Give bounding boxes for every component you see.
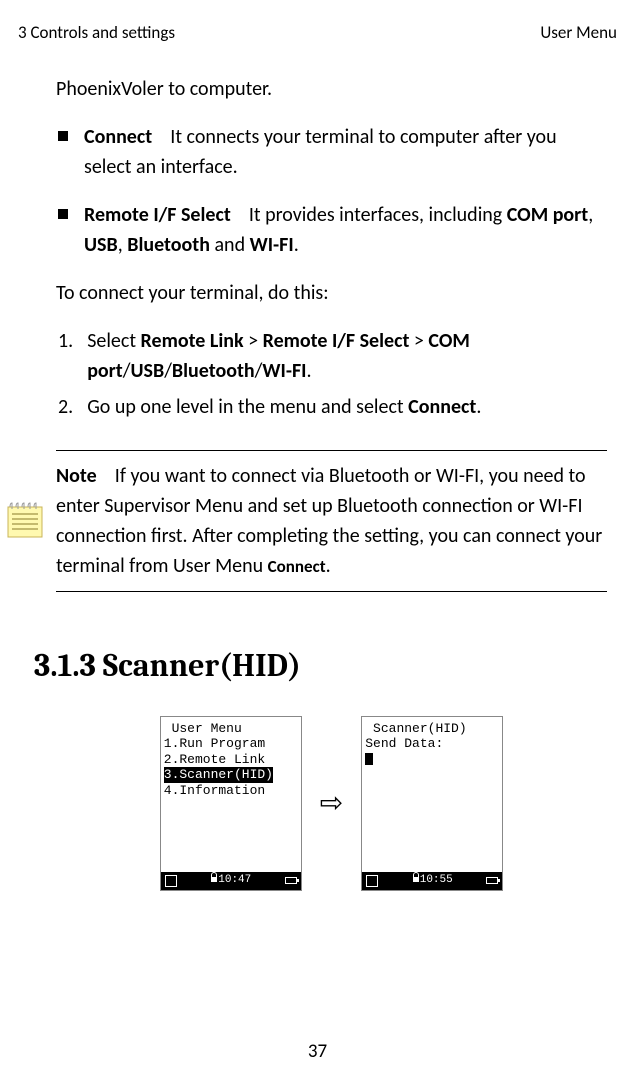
bullet-connect: Connect It connects your terminal to com… xyxy=(56,122,607,182)
screen-user-menu: User Menu 1.Run Program 2.Remote Link 3.… xyxy=(160,716,302,891)
p1: Go up one level in the menu and select xyxy=(87,395,408,419)
bullet-remote: Remote I/F Select It provides interfaces… xyxy=(56,200,607,260)
screens-row: User Menu 1.Run Program 2.Remote Link 3.… xyxy=(56,716,607,891)
s1: > xyxy=(244,329,263,353)
section-heading: 3.1.3 Scanner(HID) xyxy=(34,642,607,690)
clock: 10:55 xyxy=(412,872,453,889)
b5: Bluetooth xyxy=(172,359,255,383)
bullet-icon xyxy=(58,209,68,219)
page-header: 3 Controls and settings User Menu xyxy=(18,20,617,46)
notepad-icon xyxy=(6,501,44,539)
screen-scanner-hid: Scanner(HID) Send Data: 10:55 xyxy=(361,716,503,891)
screen-body: Scanner(HID) Send Data: xyxy=(362,717,502,772)
s2: , xyxy=(118,233,128,257)
b2: USB xyxy=(84,233,118,257)
b4: WI-FI xyxy=(250,233,294,257)
bullet-text: Connect It connects your terminal to com… xyxy=(84,122,607,182)
screen-footer: 10:55 xyxy=(362,872,502,890)
arrow-right-icon: ⇨ xyxy=(320,782,343,824)
s3: and xyxy=(210,233,250,257)
menu-item-scanner-hid: 3.Scanner(HID) xyxy=(164,767,273,783)
note-box: Note If you want to connect via Bluetoot… xyxy=(56,450,607,592)
s2: > xyxy=(409,329,428,353)
note-dot: . xyxy=(326,554,331,578)
term: Remote I/F Select xyxy=(84,203,231,227)
step-num: 2. xyxy=(58,392,73,422)
step-1: 1. Select Remote Link > Remote I/F Selec… xyxy=(56,326,607,386)
note-tail: Connect xyxy=(268,556,326,577)
b1: COM port xyxy=(507,203,589,227)
battery-icon xyxy=(285,877,297,884)
screen-title: User Menu xyxy=(164,721,298,737)
screen-footer: 10:47 xyxy=(161,872,301,890)
b1: Remote Link xyxy=(141,329,244,353)
step-text: Go up one level in the menu and select C… xyxy=(87,392,607,422)
step-2: 2. Go up one level in the menu and selec… xyxy=(56,392,607,422)
s1: , xyxy=(588,203,593,227)
menu-item-information: 4.Information xyxy=(164,783,298,799)
lock-icon xyxy=(210,874,218,882)
bullet-icon xyxy=(58,131,68,141)
menu-item-remote-link: 2.Remote Link xyxy=(164,752,298,768)
time: 10:55 xyxy=(420,874,453,886)
p1: Select xyxy=(87,329,140,353)
b3: Bluetooth xyxy=(127,233,210,257)
desc: It connects your terminal to computer af… xyxy=(84,125,557,179)
step-num: 1. xyxy=(58,326,73,386)
bullet-text: Remote I/F Select It provides interfaces… xyxy=(84,200,607,260)
page-content: PhoenixVoler to computer. Connect It con… xyxy=(18,74,617,891)
s6: . xyxy=(306,359,311,383)
term: Connect xyxy=(84,125,152,149)
screen-title: Scanner(HID) xyxy=(365,721,499,737)
header-left: 3 Controls and settings xyxy=(18,20,175,46)
keyboard-icon xyxy=(366,875,378,887)
cursor-line xyxy=(365,752,499,768)
s4: . xyxy=(294,233,299,257)
step-text: Select Remote Link > Remote I/F Select >… xyxy=(87,326,607,386)
cursor-icon xyxy=(365,753,373,765)
s4: / xyxy=(164,359,172,383)
intro-text: PhoenixVoler to computer. xyxy=(56,74,607,104)
battery-icon xyxy=(486,877,498,884)
lock-icon xyxy=(412,874,420,882)
page-number: 37 xyxy=(0,1038,635,1067)
header-right: User Menu xyxy=(540,20,617,46)
b4: USB xyxy=(130,359,164,383)
b1: Connect xyxy=(408,395,476,419)
instruct-text: To connect your terminal, do this: xyxy=(56,278,607,308)
keyboard-icon xyxy=(165,875,177,887)
send-data-label: Send Data: xyxy=(365,736,499,752)
s1: . xyxy=(476,395,481,419)
screen-body: User Menu 1.Run Program 2.Remote Link 3.… xyxy=(161,717,301,803)
menu-item-run-program: 1.Run Program xyxy=(164,736,298,752)
clock: 10:47 xyxy=(210,872,251,889)
b2: Remote I/F Select xyxy=(263,329,410,353)
note-label: Note xyxy=(56,464,97,488)
p1: It provides interfaces, including xyxy=(249,203,507,227)
time: 10:47 xyxy=(218,874,251,886)
b6: WI-FI xyxy=(262,359,306,383)
